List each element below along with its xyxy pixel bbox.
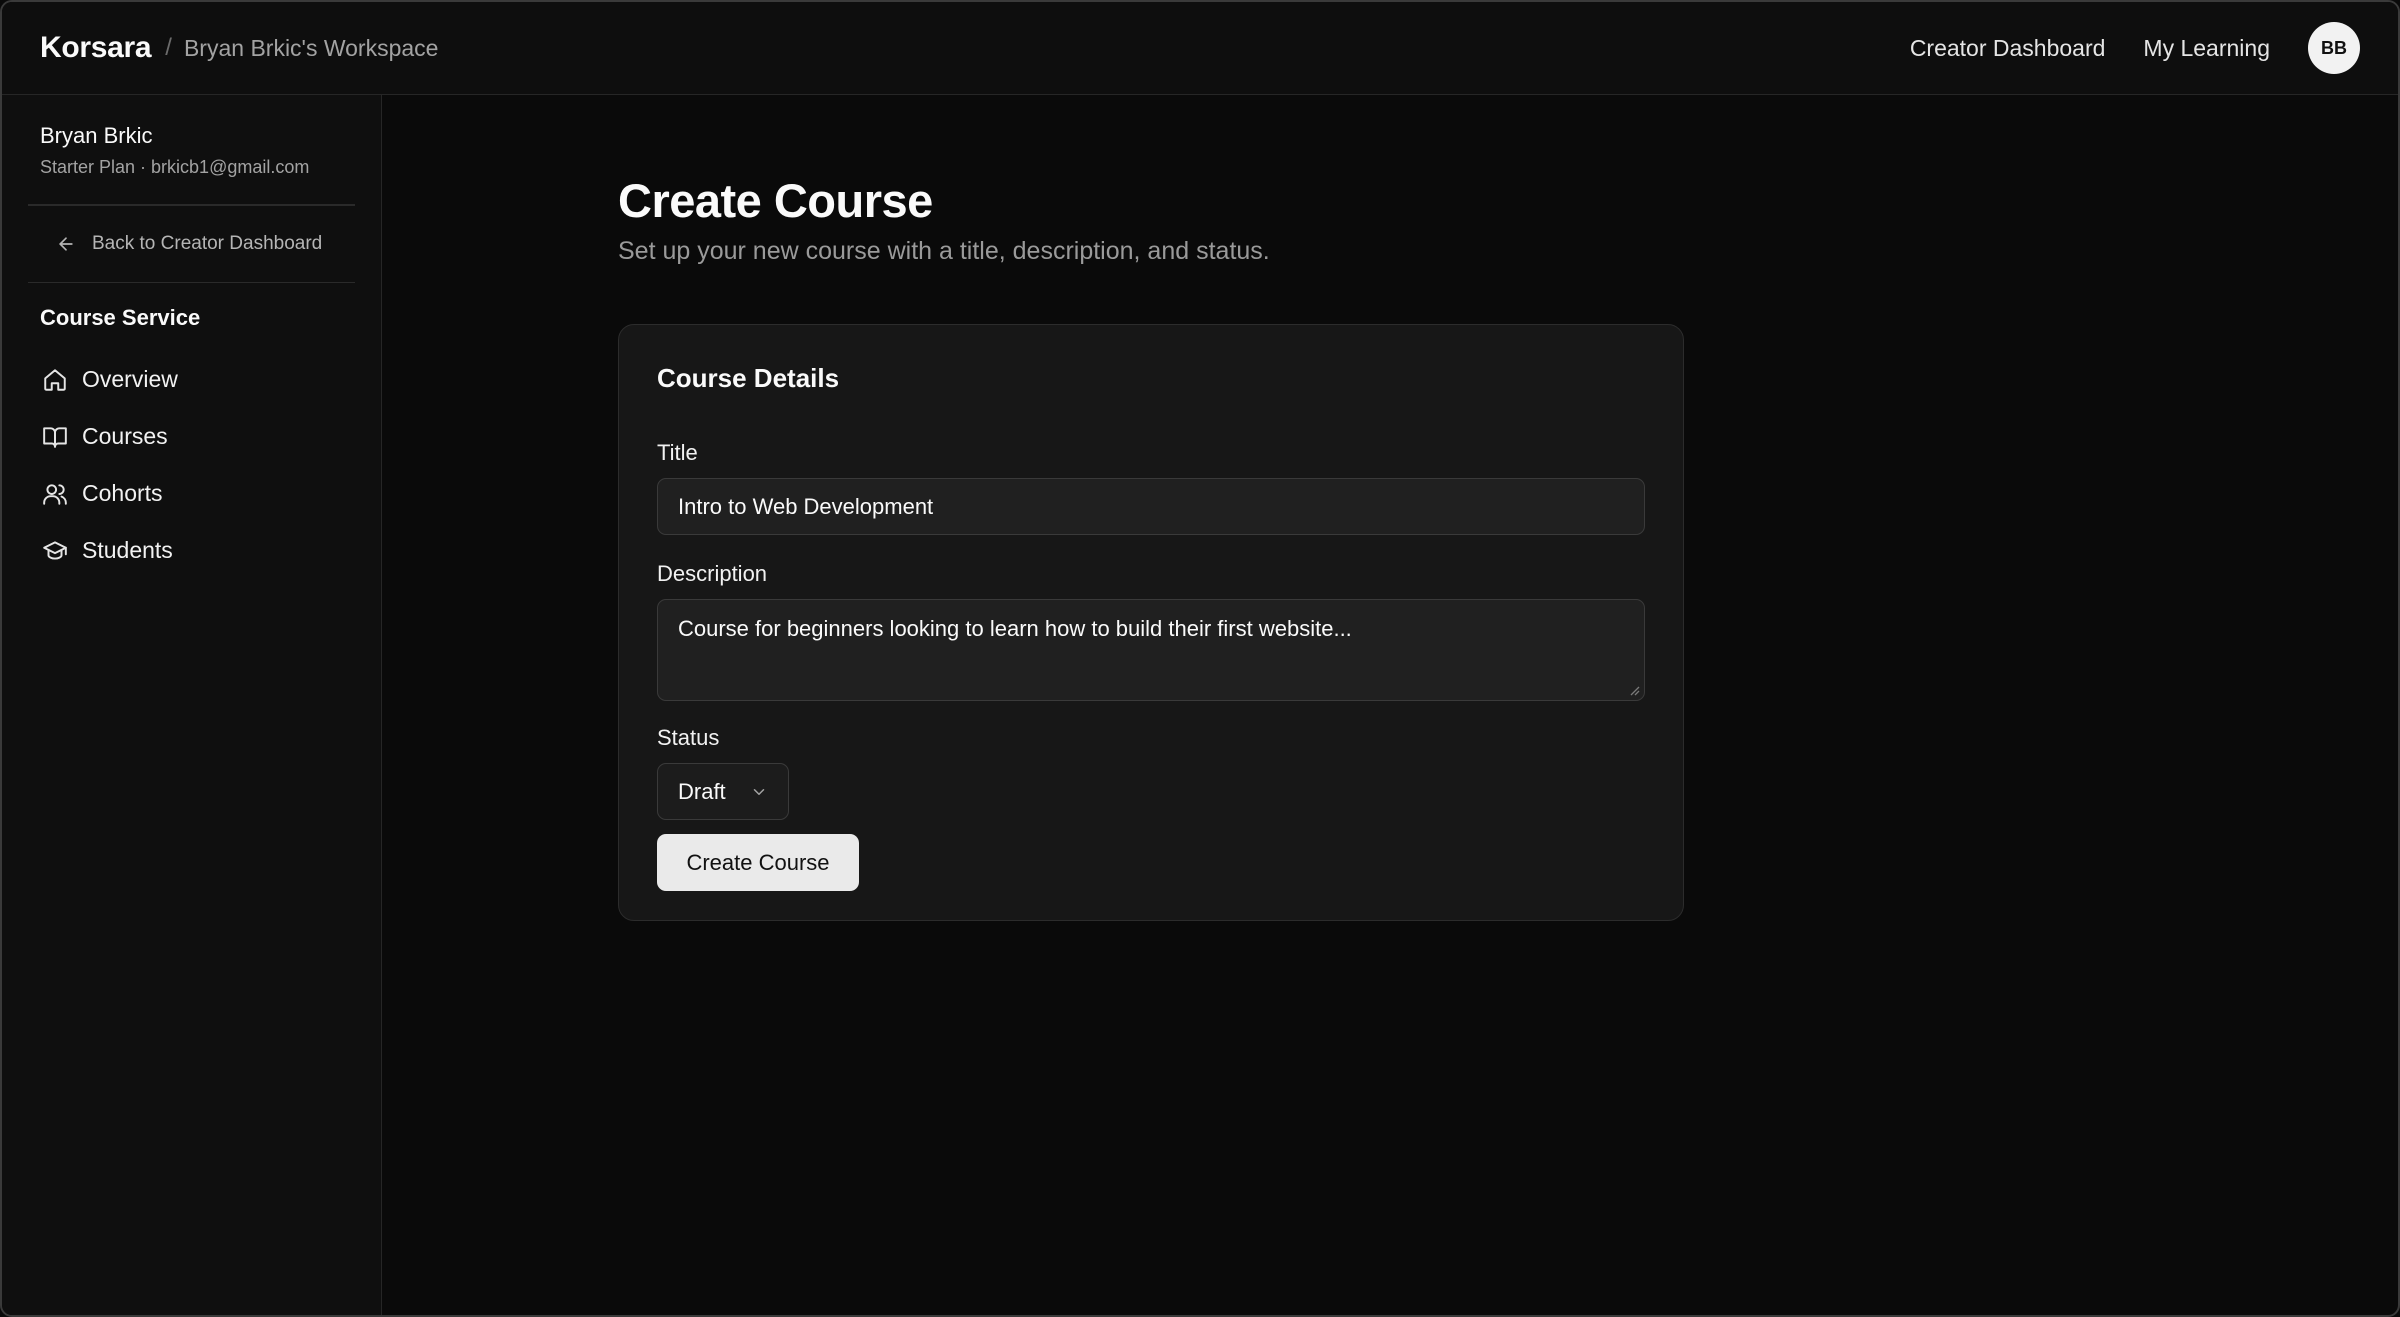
sidebar-item-courses[interactable]: Courses xyxy=(28,408,355,465)
top-bar: Korsara / Bryan Brkic's Workspace Creato… xyxy=(2,2,2398,95)
graduation-cap-icon xyxy=(43,540,67,560)
back-link-label: Back to Creator Dashboard xyxy=(92,232,323,254)
main-content: Create Course Set up your new course wit… xyxy=(382,95,2398,1315)
sidebar-item-cohorts[interactable]: Cohorts xyxy=(28,465,355,522)
status-select-value: Draft xyxy=(678,778,726,804)
breadcrumb-separator: / xyxy=(165,34,172,61)
title-input-value: Intro to Web Development xyxy=(678,493,934,519)
sidebar-user-meta: Starter Plan · brkicb1@gmail.com xyxy=(40,157,310,177)
app-window: Korsara / Bryan Brkic's Workspace Creato… xyxy=(0,0,2400,1317)
status-label: Status xyxy=(657,725,720,750)
description-value: Course for beginners looking to learn ho… xyxy=(678,616,1352,641)
sidebar-item-label: Overview xyxy=(82,366,178,392)
top-nav: Creator Dashboard My Learning BB xyxy=(1872,22,2360,74)
title-label: Title xyxy=(657,440,698,465)
brand-logo[interactable]: Korsara xyxy=(40,31,152,65)
arrow-left-icon xyxy=(59,236,73,251)
card-title: Course Details xyxy=(657,363,840,393)
sidebar-section-title: Course Service xyxy=(40,305,201,330)
page-title: Create Course xyxy=(618,174,933,227)
sidebar: Bryan Brkic Starter Plan · brkicb1@gmail… xyxy=(2,95,382,1315)
sidebar-item-overview[interactable]: Overview xyxy=(28,351,355,408)
course-details-card: Course Details Title Intro to Web Develo… xyxy=(618,324,1684,921)
avatar[interactable]: BB xyxy=(2308,22,2360,74)
resize-handle-icon[interactable] xyxy=(1628,684,1640,696)
back-to-dashboard-link[interactable]: Back to Creator Dashboard xyxy=(28,206,355,282)
chevron-down-icon xyxy=(753,788,765,795)
home-icon xyxy=(44,368,66,391)
workspace-name[interactable]: Bryan Brkic's Workspace xyxy=(184,35,438,62)
description-label: Description xyxy=(657,561,768,586)
book-open-icon xyxy=(43,426,67,448)
page-subtitle: Set up your new course with a title, des… xyxy=(618,237,1270,265)
description-textarea[interactable]: Course for beginners looking to learn ho… xyxy=(657,599,1645,701)
sidebar-item-students[interactable]: Students xyxy=(28,522,355,579)
title-input[interactable]: Intro to Web Development xyxy=(657,478,1645,535)
divider xyxy=(28,281,355,283)
users-icon xyxy=(43,483,67,505)
status-select[interactable]: Draft xyxy=(657,763,789,820)
nav-creator-dashboard[interactable]: Creator Dashboard xyxy=(1910,35,2106,62)
sidebar-item-label: Students xyxy=(82,537,173,563)
sidebar-item-label: Cohorts xyxy=(82,480,163,506)
sidebar-item-label: Courses xyxy=(82,423,168,449)
sidebar-user-name: Bryan Brkic xyxy=(40,123,153,148)
create-course-button[interactable]: Create Course xyxy=(657,834,859,891)
nav-my-learning[interactable]: My Learning xyxy=(2143,35,2270,62)
